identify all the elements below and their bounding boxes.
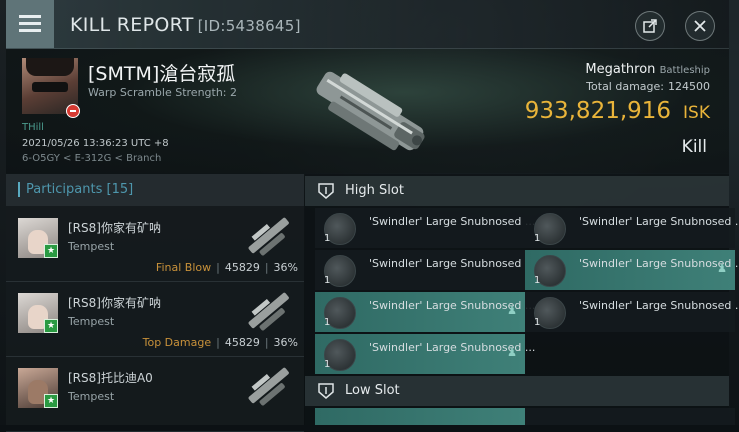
share-icon [643, 19, 657, 33]
ship-name[interactable]: Megathron Battleship [585, 62, 710, 77]
standing-star-icon: ★ [44, 244, 58, 258]
module-name: 'Swindler' Large Snubnosed ... [369, 215, 536, 228]
ship-render-image [316, 71, 425, 151]
module-quantity: 1 [324, 233, 331, 244]
participants-title: Participants [15] [26, 182, 133, 197]
portrait-hair [26, 58, 74, 76]
participant-ship: Tempest [68, 240, 115, 253]
stat-separator: | [264, 261, 269, 274]
standing-star-icon: ★ [44, 394, 58, 408]
ship-type: Megathron [585, 62, 656, 77]
module-slot[interactable]: 1 'Swindler' Large Snubnosed ... ♟ [315, 334, 535, 374]
participants-panel: Participants [15] ★ [RS8]你家有矿呐 Tempest F… [6, 174, 304, 432]
window-header: KILL REPORT [ID:5438645] [6, 0, 729, 49]
module-slot[interactable]: 1 'Swindler' Large Snubnosed ... ♟ [315, 292, 535, 332]
participant-row[interactable]: ★ [RS8]你家有矿呐 Tempest Final Blow | 45829 | 36… [6, 207, 304, 282]
participant-name: [RS8]你家有矿呐 [68, 296, 161, 310]
high-slot-header: High Slot [305, 176, 729, 206]
window-title-text: KILL REPORT [70, 14, 194, 36]
stat-separator: | [216, 336, 220, 349]
kill-datetime: 2021/05/26 13:36:23 UTC +8 [22, 138, 169, 149]
module-slot[interactable]: 1 'Swindler' Large Snubnosed ... [525, 292, 739, 332]
pilot-icon: ♟ [717, 262, 727, 275]
module-quantity: 1 [534, 233, 541, 244]
module-quantity: 1 [324, 275, 331, 286]
module-slot[interactable]: 1 'Swindler' Large Snubnosed ... [315, 208, 535, 248]
participant-percent: 36% [273, 336, 298, 349]
participant-ship: Tempest [68, 315, 115, 328]
module-slot[interactable]: 1 'Swindler' Large Snubnosed ... [315, 250, 535, 290]
shield-slot-icon [318, 183, 334, 199]
module-quantity: 1 [534, 275, 541, 286]
isk-unit: ISK [683, 103, 710, 123]
module-slot[interactable]: 1 'Swindler' Large Snubnosed ... ♟ [525, 250, 739, 290]
high-slot-label: High Slot [345, 183, 404, 198]
module-slot[interactable] [525, 408, 735, 425]
close-button[interactable] [685, 11, 715, 41]
participant-row[interactable]: ★ [RS8]你家有矿呐 Tempest Top Damage | 45829 | 36… [6, 282, 304, 357]
participant-role: Final Blow [155, 261, 212, 274]
participant-damage: 45829 [224, 336, 260, 349]
total-damage-value: 124500 [668, 80, 710, 93]
share-button[interactable] [635, 11, 665, 41]
module-quantity: 1 [324, 317, 331, 328]
menu-button[interactable] [6, 0, 54, 48]
participant-ship: Tempest [68, 390, 115, 403]
window-title: KILL REPORT [ID:5438645] [70, 14, 301, 36]
shield-slot-icon [318, 383, 334, 399]
participant-stats: Top Damage | 45829 | 36% [143, 336, 298, 349]
victim-panel: [SMTM]滄台寂孤 Warp Scramble Strength: 2 THi… [6, 49, 729, 173]
participant-damage: 45829 [224, 261, 260, 274]
module-name: 'Swindler' Large Snubnosed ... [579, 257, 739, 270]
victim-name[interactable]: [SMTM]滄台寂孤 [88, 59, 235, 86]
participants-accent-bar [18, 182, 20, 197]
low-slot-label: Low Slot [345, 383, 400, 398]
participant-row[interactable]: ★ [RS8]托比迪A0 Tempest [6, 357, 304, 432]
participant-name: [RS8]你家有矿呐 [68, 221, 161, 235]
standing-star-icon: ★ [44, 319, 58, 333]
pilot-icon: ♟ [507, 346, 517, 359]
module-name: 'Swindler' Large Snubnosed ... [579, 299, 739, 312]
kill-result: Kill [681, 137, 707, 157]
hamburger-menu-icon-bar [19, 29, 41, 32]
hamburger-menu-icon [19, 15, 41, 18]
isk-value: 933,821,916 ISK [525, 98, 710, 124]
hamburger-menu-icon-bar [19, 22, 41, 25]
participant-percent: 36% [273, 261, 298, 274]
weapon-icon [248, 292, 289, 331]
weapon-icon [248, 217, 289, 256]
total-damage-label: Total damage: [586, 80, 664, 93]
portrait-glasses [32, 82, 68, 92]
module-quantity: 1 [324, 359, 331, 370]
kill-location[interactable]: 6-O5GY < E-312G < Branch [22, 153, 161, 164]
fitting-slots-panel: High Slot 1 'Swindler' Large Snubnosed .… [305, 174, 739, 425]
stat-separator: | [264, 336, 269, 349]
victim-corp[interactable]: THill [22, 122, 44, 133]
ship-class: Battleship [659, 65, 710, 76]
isk-amount: 933,821,916 [524, 98, 672, 124]
participant-name: [RS8]托比迪A0 [68, 371, 153, 385]
module-name: 'Swindler' Large Snubnosed ... [369, 257, 536, 270]
warp-scramble-strength: Warp Scramble Strength: 2 [88, 86, 238, 99]
close-icon [694, 20, 706, 32]
weapon-icon [248, 367, 289, 406]
report-id: [ID:5438645] [197, 17, 301, 35]
low-slot-header: Low Slot [305, 376, 729, 406]
total-damage: Total damage: 124500 [586, 80, 710, 93]
kill-report-window: KILL REPORT [ID:5438645] [SMTM]滄台寂孤 Warp … [6, 0, 739, 432]
module-slot[interactable] [315, 408, 525, 425]
participant-stats: Final Blow | 45829 | 36% [156, 261, 298, 274]
destroyed-badge-icon [66, 104, 80, 118]
pilot-icon: ♟ [507, 304, 517, 317]
module-name: 'Swindler' Large Snubnosed ... [579, 215, 739, 228]
module-quantity: 1 [534, 317, 541, 328]
participants-header[interactable]: Participants [15] [6, 174, 304, 206]
module-slot[interactable]: 1 'Swindler' Large Snubnosed ... [525, 208, 739, 248]
participants-count: [15] [106, 182, 134, 197]
stat-separator: | [216, 261, 220, 274]
participant-role: Top Damage [142, 336, 212, 349]
participants-label: Participants [26, 182, 103, 197]
